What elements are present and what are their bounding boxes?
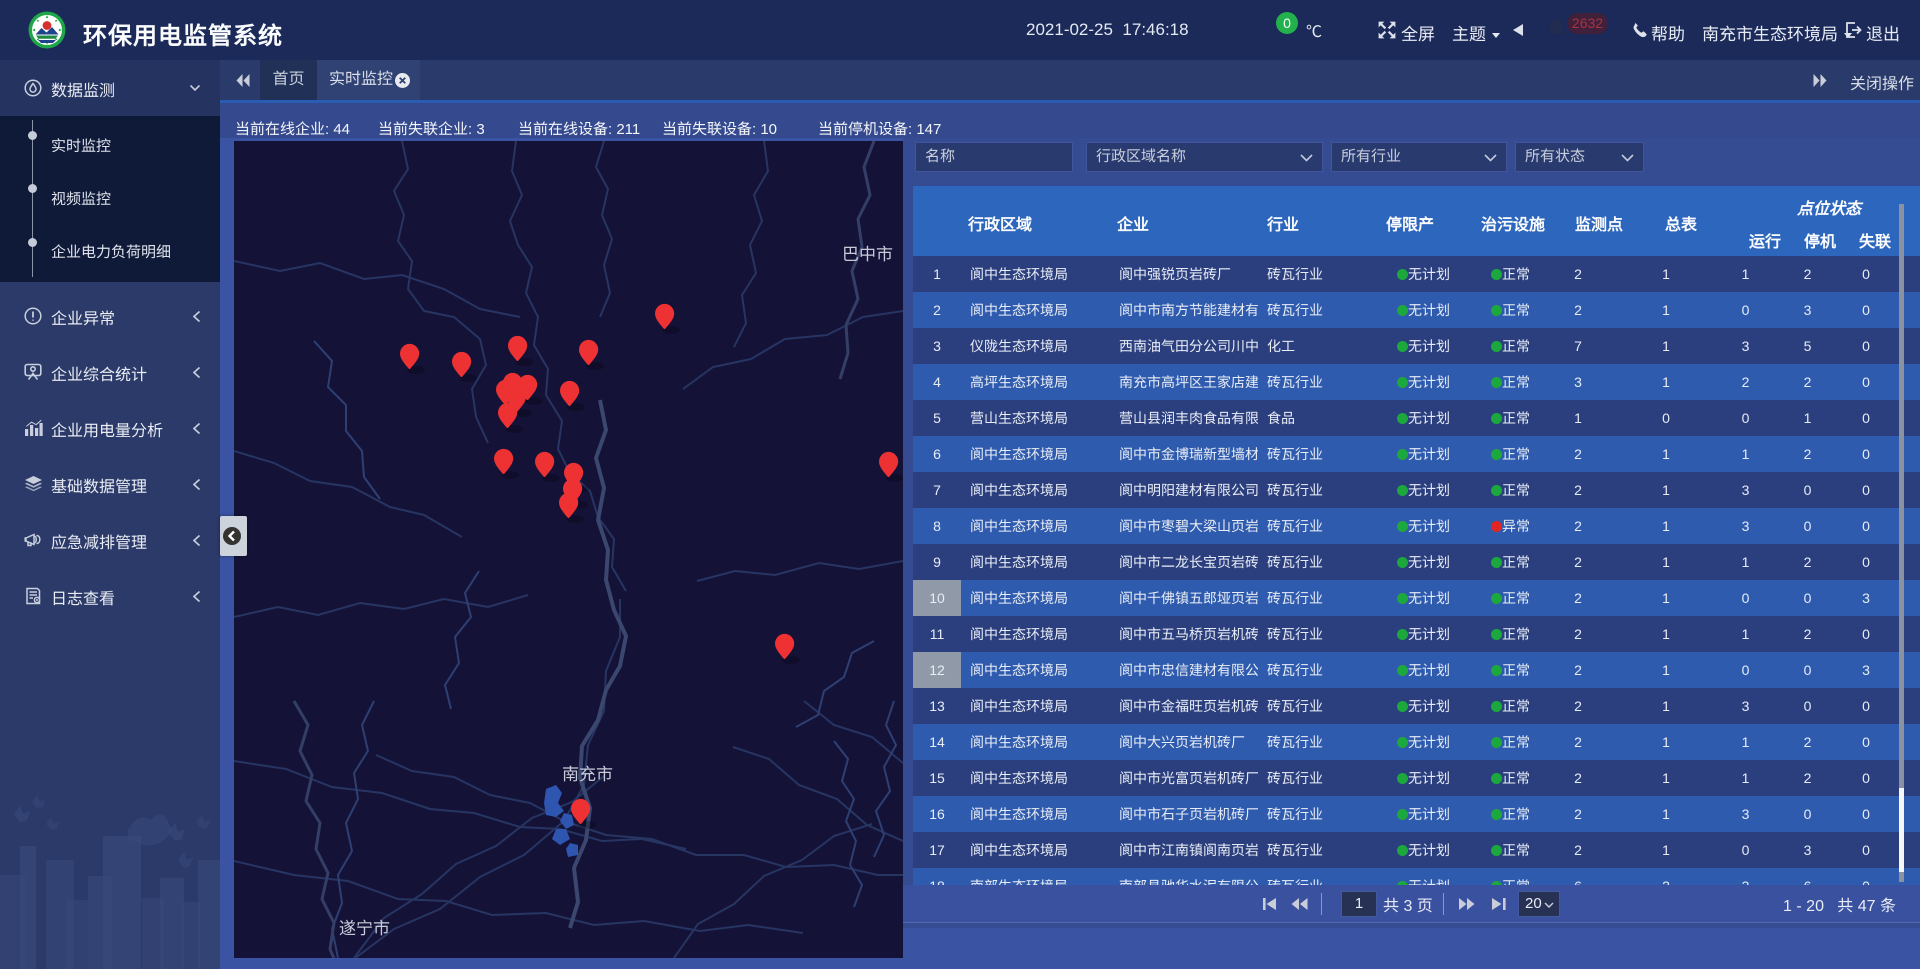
svg-text:巴中市: 巴中市: [842, 245, 893, 264]
svg-text:南充市: 南充市: [562, 765, 613, 784]
svg-text:遂宁市: 遂宁市: [339, 919, 390, 938]
